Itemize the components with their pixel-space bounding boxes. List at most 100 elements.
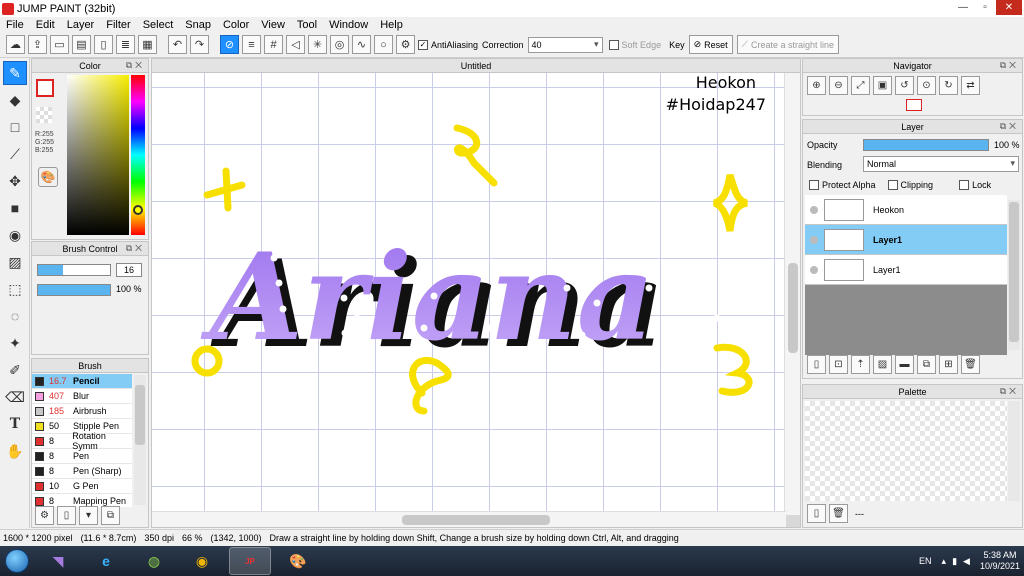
delete-layer-icon[interactable]: 🗑: [961, 355, 980, 374]
correction-select[interactable]: 40: [527, 36, 603, 53]
brush-tool-icon[interactable]: ✎: [3, 61, 27, 85]
panel-buttons[interactable]: ⧉✕: [1000, 386, 1019, 397]
folder-icon[interactable]: ▬: [895, 355, 914, 374]
reset-view-icon[interactable]: ⊙: [917, 76, 936, 95]
canvas-vscroll-thumb[interactable]: [788, 263, 798, 353]
brush-list-item[interactable]: 8 Pen (Sharp): [32, 464, 132, 479]
undo-icon[interactable]: ↶: [168, 35, 187, 54]
fit-window-icon[interactable]: ⤢: [851, 76, 870, 95]
network-icon[interactable]: ▮: [952, 556, 957, 567]
layer-mask-icon[interactable]: ▨: [873, 355, 892, 374]
zoom-in-icon[interactable]: ⊕: [807, 76, 826, 95]
panel-buttons[interactable]: ⧉✕: [1000, 121, 1019, 132]
volume-icon[interactable]: ◀: [963, 556, 970, 567]
layer-visibility-icon[interactable]: [810, 205, 818, 214]
ie-icon[interactable]: e: [85, 547, 127, 575]
menu-tool[interactable]: Tool: [291, 19, 323, 31]
brush-list-scroll-thumb[interactable]: [135, 385, 145, 445]
navigator-preview[interactable]: [906, 99, 922, 111]
comment-icon[interactable]: ▭: [50, 35, 69, 54]
cloud-icon[interactable]: ☁: [6, 35, 25, 54]
clock[interactable]: 5:38 AM 10/9/2021: [980, 550, 1020, 572]
transparent-color-swatch[interactable]: [36, 107, 52, 123]
menu-layer[interactable]: Layer: [61, 19, 101, 31]
text-tool-icon[interactable]: T: [3, 412, 27, 436]
canvas-vertical-scrollbar[interactable]: [784, 73, 800, 515]
redo-icon[interactable]: ↷: [190, 35, 209, 54]
panel-buttons[interactable]: ⧉✕: [126, 243, 145, 254]
minimize-button[interactable]: —: [952, 0, 974, 15]
palette-scrollbar[interactable]: [1008, 401, 1020, 501]
foreground-color-swatch[interactable]: [36, 79, 54, 97]
brush-size-value[interactable]: 16: [116, 263, 142, 277]
gradient-tool-icon[interactable]: ▨: [3, 250, 27, 274]
menu-edit[interactable]: Edit: [30, 19, 61, 31]
snap-off-icon[interactable]: ⊘: [220, 35, 239, 54]
new-palette-icon[interactable]: ▯: [807, 504, 826, 523]
brush-list-item[interactable]: 16.7 Pencil: [32, 374, 132, 389]
zoom-out-icon[interactable]: ⊖: [829, 76, 848, 95]
hue-slider[interactable]: [131, 75, 145, 235]
flag-icon[interactable]: ▴: [942, 556, 947, 567]
select-eraser-tool-icon[interactable]: ⌫: [3, 385, 27, 409]
language-indicator[interactable]: EN: [919, 556, 932, 566]
delete-palette-icon[interactable]: 🗑: [829, 504, 848, 523]
brush-menu-icon[interactable]: ▾: [79, 506, 98, 525]
fill-rect-tool-icon[interactable]: ■: [3, 196, 27, 220]
start-button[interactable]: [0, 546, 34, 576]
panel-buttons[interactable]: ⧉✕: [1000, 60, 1019, 71]
layer-visibility-icon[interactable]: [810, 235, 818, 244]
hand-tool-icon[interactable]: ✋: [3, 439, 27, 463]
select-rect-tool-icon[interactable]: ⬚: [3, 277, 27, 301]
brush-size-slider[interactable]: [37, 264, 111, 276]
chrome-icon[interactable]: ◉: [181, 547, 223, 575]
menu-file[interactable]: File: [0, 19, 30, 31]
brush-list-item[interactable]: 407 Blur: [32, 389, 132, 404]
move-tool-icon[interactable]: ✥: [3, 169, 27, 193]
blending-select[interactable]: Normal: [863, 156, 1019, 172]
rectangle-tool-icon[interactable]: □: [3, 115, 27, 139]
new-layer-icon[interactable]: ▯: [807, 355, 826, 374]
layer-row[interactable]: Layer1: [805, 255, 1007, 285]
rotate-right-icon[interactable]: ↻: [939, 76, 958, 95]
chat-icon[interactable]: ▤: [72, 35, 91, 54]
visual-studio-icon[interactable]: ◥: [37, 547, 79, 575]
lock-checkbox[interactable]: [959, 180, 970, 190]
brush-list-item[interactable]: 8 Rotation Symm: [32, 431, 132, 451]
clipping-checkbox[interactable]: [887, 180, 898, 190]
layer-visibility-icon[interactable]: [810, 265, 818, 274]
brush-list-item[interactable]: 8 Pen: [32, 449, 132, 464]
drawing-canvas[interactable]: Heokon #Hoidap247 Ariana Ariana: [152, 73, 784, 512]
close-button[interactable]: ✕: [996, 0, 1022, 15]
magic-wand-tool-icon[interactable]: ✦: [3, 331, 27, 355]
radial-lines-icon[interactable]: ✳: [308, 35, 327, 54]
palette-swatches[interactable]: [805, 401, 1007, 501]
brush-settings-icon[interactable]: ⚙: [35, 506, 54, 525]
hue-slider-handle[interactable]: [133, 205, 143, 215]
brush-copy-icon[interactable]: ⧉: [101, 506, 120, 525]
new-brush-icon[interactable]: ▯: [57, 506, 76, 525]
canvas-horizontal-scrollbar[interactable]: [152, 511, 786, 527]
import-layer-icon[interactable]: ⇡: [851, 355, 870, 374]
layer-list-scroll-thumb[interactable]: [1009, 202, 1019, 342]
saturation-value-picker[interactable]: [67, 75, 129, 235]
document-icon[interactable]: ▯: [94, 35, 113, 54]
eraser-tool-icon[interactable]: ◆: [3, 88, 27, 112]
canvas-tab[interactable]: Untitled: [152, 59, 800, 73]
layer-row[interactable]: Layer1: [805, 225, 1007, 255]
canvas-hscroll-thumb[interactable]: [402, 515, 550, 525]
settings-icon[interactable]: ⚙: [396, 35, 415, 54]
palette-picker-icon[interactable]: 🎨: [38, 167, 58, 187]
layer-opacity-slider[interactable]: [863, 139, 989, 151]
menu-filter[interactable]: Filter: [100, 19, 136, 31]
layer-list-scrollbar[interactable]: [1008, 200, 1020, 350]
curve-icon[interactable]: ∿: [352, 35, 371, 54]
lasso-tool-icon[interactable]: ◌: [3, 304, 27, 328]
protect-alpha-checkbox[interactable]: [809, 180, 819, 190]
circle-icon[interactable]: ○: [374, 35, 393, 54]
reset-button[interactable]: ⊘ Reset: [688, 35, 733, 54]
brush-list-item[interactable]: 10 G Pen: [32, 479, 132, 494]
actual-size-icon[interactable]: ▣: [873, 76, 892, 95]
line-tool-icon[interactable]: ⟋: [3, 142, 27, 166]
menu-help[interactable]: Help: [374, 19, 409, 31]
